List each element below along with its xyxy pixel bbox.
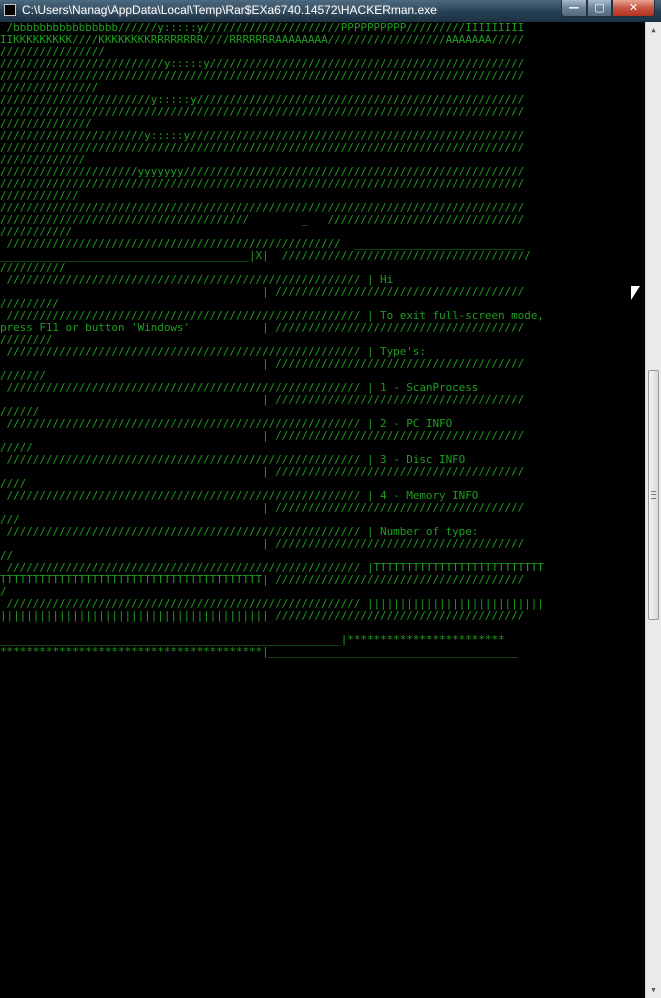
- console-line: | //////////////////////////////////////: [0, 285, 525, 298]
- console-app-icon[interactable]: [4, 4, 16, 16]
- console-line: | //////////////////////////////////////: [0, 465, 525, 478]
- vertical-scrollbar[interactable]: ▲ ▼: [645, 22, 661, 998]
- window-controls: — ▢ ✕: [561, 0, 655, 18]
- console-text: /bbbbbbbbbbbbbbbb//////y:::::y//////////…: [0, 22, 645, 658]
- console-line: press F11 or button 'Windows' | ////////…: [0, 321, 525, 334]
- scroll-down-arrow-icon[interactable]: ▼: [646, 982, 661, 998]
- minimize-button[interactable]: —: [561, 0, 587, 17]
- window-title: C:\Users\Nanag\AppData\Local\Temp\Rar$EX…: [22, 3, 437, 17]
- console-line: | //////////////////////////////////////: [0, 393, 525, 406]
- console-line: ////////////////////////////////////// _…: [0, 213, 525, 226]
- close-button[interactable]: ✕: [612, 0, 655, 17]
- console-line: | //////////////////////////////////////: [0, 429, 525, 442]
- console-line: ****************************************…: [0, 645, 518, 658]
- scroll-up-arrow-icon[interactable]: ▲: [646, 22, 661, 38]
- console-line: | //////////////////////////////////////: [0, 357, 525, 370]
- console-line: ||||||||||||||||||||||||||||||||||||||||…: [0, 609, 525, 622]
- title-bar[interactable]: C:\Users\Nanag\AppData\Local\Temp\Rar$EX…: [0, 0, 661, 22]
- console-line: | //////////////////////////////////////: [0, 537, 525, 550]
- console-line: | //////////////////////////////////////: [0, 501, 525, 514]
- maximize-button[interactable]: ▢: [587, 0, 612, 17]
- console-line: TTTTTTTTTTTTTTTTTTTTTTTTTTTTTTTTTTTTTTTT…: [0, 573, 525, 586]
- scrollbar-thumb[interactable]: [648, 370, 659, 620]
- console-line: ______________________________________|X…: [0, 249, 531, 262]
- grip-icon: [651, 491, 656, 499]
- mouse-pointer-icon: [631, 286, 640, 300]
- console-output[interactable]: /bbbbbbbbbbbbbbbb//////y:::::y//////////…: [0, 22, 645, 998]
